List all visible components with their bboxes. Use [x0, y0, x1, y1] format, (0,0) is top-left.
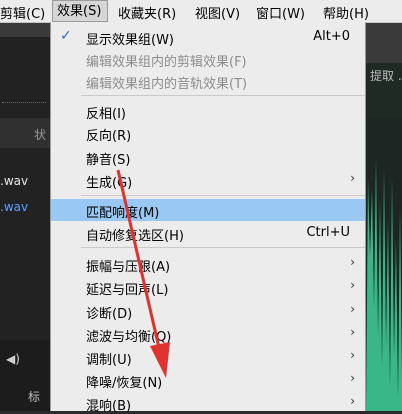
effects-dropdown-menu: ✓ 显示效果组(W) Alt+0 编辑效果组内的剪辑效果(F) 编辑效果组内的音…	[50, 22, 366, 414]
editor-panel: 提取 .w	[366, 23, 402, 411]
menu-favorites[interactable]: 收藏夹(R)	[118, 3, 176, 22]
file-item[interactable]: .wav	[0, 174, 28, 188]
menu-view[interactable]: 视图(V)	[195, 3, 240, 22]
menu-item-label: 编辑效果组内的剪辑效果(F)	[86, 55, 247, 70]
shortcut-label: Alt+0	[313, 29, 350, 44]
menu-item-label: 诊断(D)	[86, 307, 133, 322]
menu-item-edit-clip-effects: 编辑效果组内的剪辑效果(F)	[51, 48, 365, 70]
menu-item-match-loudness[interactable]: 匹配响度(M)	[51, 199, 365, 221]
menu-item-label: 反向(R)	[86, 129, 132, 144]
menu-item-label: 降噪/恢复(N)	[86, 376, 163, 391]
submenu-arrow-icon: ›	[350, 394, 355, 408]
menu-separator	[81, 195, 365, 196]
menu-item-generate[interactable]: 生成(G) ›	[51, 169, 365, 191]
menu-clip[interactable]: 剪辑(C)	[0, 3, 45, 22]
menu-effects[interactable]: 效果(S)	[52, 0, 108, 22]
submenu-arrow-icon: ›	[350, 171, 355, 185]
menu-separator	[81, 247, 365, 248]
menu-item-label: 反相(I)	[86, 107, 126, 122]
transport-panel: ◀) 标	[0, 340, 50, 411]
menu-item-delay-echo[interactable]: 延迟与回声(L) ›	[51, 276, 365, 298]
menu-item-label: 延迟与回声(L)	[86, 283, 169, 298]
editor-tab-label: 提取 .w	[370, 69, 402, 83]
menu-item-reverse[interactable]: 反向(R)	[51, 122, 365, 144]
menu-item-label: 混响(B)	[86, 399, 132, 414]
menu-item-label: 编辑效果组内的音轨效果(T)	[86, 77, 248, 92]
submenu-arrow-icon: ›	[350, 348, 355, 362]
check-icon: ✓	[60, 28, 72, 44]
files-panel-toolbar	[0, 23, 50, 37]
menu-bar: 剪辑(C) 效果(S) 收藏夹(R) 视图(V) 窗口(W) 帮助(H)	[0, 0, 402, 23]
submenu-arrow-icon: ›	[350, 278, 355, 292]
menu-item-auto-heal[interactable]: 自动修复选区(H) Ctrl+U	[51, 222, 365, 244]
menu-item-label: 自动修复选区(H)	[86, 229, 184, 244]
menu-item-filter-eq[interactable]: 滤波与均衡(Q) ›	[51, 323, 365, 345]
menu-item-label: 生成(G)	[86, 176, 133, 191]
panel-divider	[2, 102, 46, 103]
menu-item-label: 匹配响度(M)	[86, 206, 160, 221]
submenu-arrow-icon: ›	[350, 325, 355, 339]
marker-label: 标	[28, 390, 41, 404]
menu-item-modulation[interactable]: 调制(U) ›	[51, 346, 365, 368]
waveform	[366, 118, 402, 411]
menu-item-label: 显示效果组(W)	[86, 33, 174, 48]
speaker-icon[interactable]: ◀)	[6, 352, 20, 366]
menu-item-amplitude-compression[interactable]: 振幅与压限(A) ›	[51, 253, 365, 275]
submenu-arrow-icon: ›	[350, 371, 355, 385]
menu-separator	[81, 95, 365, 96]
menu-item-noise-reduction-restoration[interactable]: 降噪/恢复(N) ›	[51, 369, 365, 391]
menu-item-label: 静音(S)	[86, 153, 131, 168]
file-item-selected[interactable]: .wav	[0, 200, 28, 214]
status-column-header: 状	[34, 128, 47, 142]
menu-item-invert[interactable]: 反相(I)	[51, 100, 365, 122]
submenu-arrow-icon: ›	[350, 302, 355, 316]
menu-item-show-effects-rack[interactable]: ✓ 显示效果组(W) Alt+0	[51, 26, 365, 48]
submenu-arrow-icon: ›	[350, 255, 355, 269]
menu-item-edit-track-effects: 编辑效果组内的音轨效果(T)	[51, 70, 365, 92]
menu-window[interactable]: 窗口(W)	[256, 3, 305, 22]
menu-item-diagnostics[interactable]: 诊断(D) ›	[51, 300, 365, 322]
editor-toolbar	[366, 23, 402, 63]
menu-item-label: 滤波与均衡(Q)	[86, 330, 172, 345]
menu-item-label: 调制(U)	[86, 353, 132, 368]
menu-help[interactable]: 帮助(H)	[323, 3, 369, 22]
menu-item-silence[interactable]: 静音(S)	[51, 146, 365, 168]
shortcut-label: Ctrl+U	[306, 225, 350, 240]
menu-item-label: 振幅与压限(A)	[86, 260, 171, 275]
